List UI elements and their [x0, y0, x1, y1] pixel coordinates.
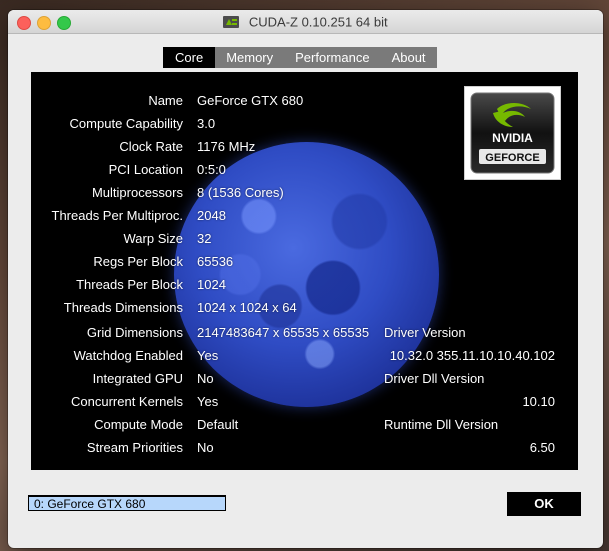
value-runtime-dll-version: 6.50 — [529, 440, 555, 455]
tab-memory[interactable]: Memory — [215, 47, 284, 68]
label-threads-per-block: Threads Per Block — [76, 277, 183, 292]
label-warp-size: Warp Size — [123, 231, 183, 246]
label-driver-version: Driver Version — [384, 325, 466, 340]
label-clock-rate: Clock Rate — [119, 139, 183, 154]
label-threads-per-multiproc: Threads Per Multiproc. — [51, 208, 184, 223]
tab-core[interactable]: Core — [163, 47, 216, 68]
value-multiprocessors: 8 (1536 Cores) — [197, 185, 284, 200]
label-driver-dll-version: Driver Dll Version — [384, 371, 485, 386]
value-grid-dimensions: 2147483647 x 65535 x 65535 — [197, 325, 370, 340]
cuda-z-app-icon — [223, 15, 240, 28]
label-stream-priorities: Stream Priorities — [86, 440, 183, 455]
cuda-z-window: CUDA-Z 0.10.251 64 bit Core Memory Perfo… — [8, 10, 603, 548]
value-threads-dimensions: 1024 x 1024 x 64 — [197, 300, 297, 315]
value-driver-version: 10.32.0 355.11.10.10.40.102 — [389, 348, 555, 363]
value-integrated-gpu: No — [197, 371, 214, 386]
nvidia-logo-graphic: NVIDIA GEFORCE — [470, 92, 555, 174]
value-name: GeForce GTX 680 — [197, 93, 304, 108]
value-compute-capability: 3.0 — [197, 116, 216, 131]
value-pci-location: 0:5:0 — [197, 162, 226, 177]
ok-button[interactable]: OK — [507, 492, 581, 516]
value-clock-rate: 1176 MHz — [197, 139, 256, 154]
value-driver-dll-version: 10.10 — [522, 394, 555, 409]
label-regs-per-block: Regs Per Block — [93, 254, 183, 269]
label-name: Name — [148, 93, 183, 108]
value-threads-per-multiproc: 2048 — [197, 208, 226, 223]
label-runtime-dll-version: Runtime Dll Version — [384, 417, 499, 432]
label-compute-capability: Compute Capability — [69, 116, 183, 131]
label-grid-dimensions: Grid Dimensions — [86, 325, 183, 340]
value-regs-per-block: 65536 — [197, 254, 234, 269]
value-concurrent-kernels: Yes — [197, 394, 219, 409]
label-integrated-gpu: Integrated GPU — [92, 371, 183, 386]
value-watchdog-enabled: Yes — [197, 348, 219, 363]
window-title-area: CUDA-Z 0.10.251 64 bit — [8, 10, 603, 33]
tab-about[interactable]: About — [381, 47, 437, 68]
core-info-panel: NVIDIA GEFORCE Name GeForce GTX 680 Comp… — [31, 72, 578, 470]
title-bar[interactable]: CUDA-Z 0.10.251 64 bit — [8, 10, 603, 34]
logo-nvidia-text: NVIDIA — [492, 131, 533, 145]
blue-moon-image — [174, 142, 439, 407]
tab-performance[interactable]: Performance — [284, 47, 380, 68]
value-stream-priorities: No — [197, 440, 214, 455]
nvidia-geforce-logo: NVIDIA GEFORCE — [464, 86, 561, 180]
value-threads-per-block: 1024 — [197, 277, 226, 292]
window-title: CUDA-Z 0.10.251 64 bit — [248, 14, 388, 30]
label-concurrent-kernels: Concurrent Kernels — [71, 394, 183, 409]
device-select[interactable]: 0: GeForce GTX 680 — [28, 495, 226, 511]
label-pci-location: PCI Location — [108, 162, 183, 177]
logo-geforce-text: GEFORCE — [485, 152, 539, 164]
tab-bar: Core Memory Performance About — [163, 47, 437, 68]
value-compute-mode: Default — [197, 417, 239, 432]
label-compute-mode: Compute Mode — [94, 417, 183, 432]
label-multiprocessors: Multiprocessors — [91, 185, 183, 200]
label-threads-dimensions: Threads Dimensions — [63, 300, 183, 315]
label-watchdog-enabled: Watchdog Enabled — [73, 348, 183, 363]
value-warp-size: 32 — [197, 231, 212, 246]
